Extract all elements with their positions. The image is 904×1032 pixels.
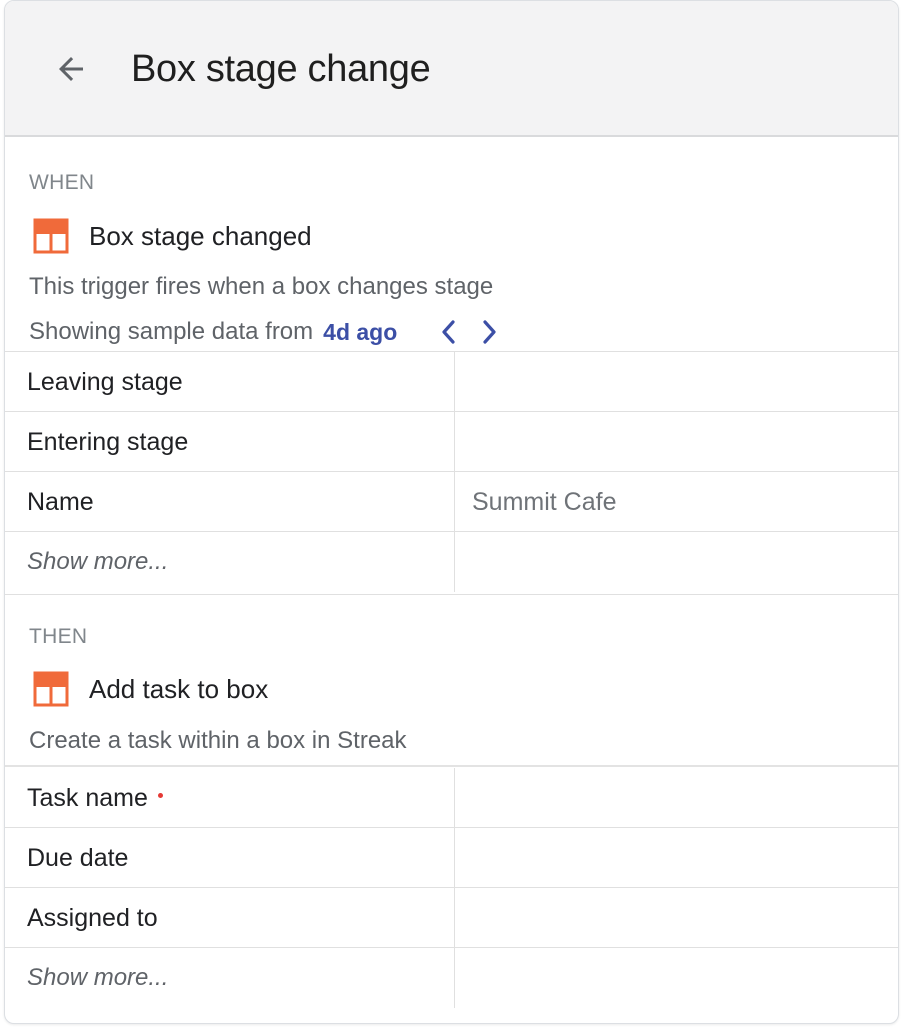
field-value-name[interactable]: Summit Cafe: [455, 472, 898, 532]
chevron-right-icon: [483, 320, 496, 344]
field-value-task-name[interactable]: [455, 768, 898, 828]
table-row: Due date: [5, 828, 898, 888]
table-row: Leaving stage: [5, 352, 898, 412]
previous-sample-button[interactable]: [435, 317, 463, 347]
column-divider: [454, 948, 455, 1008]
sample-nav: [435, 317, 515, 347]
trigger-description: This trigger fires when a box changes st…: [29, 273, 494, 300]
then-section-label: THEN: [29, 625, 88, 648]
trigger-app-row: Box stage changed: [33, 218, 312, 254]
zap-step-card: Box stage change WHEN Box stage changed …: [4, 0, 899, 1024]
table-row: Name Summit Cafe: [5, 472, 898, 532]
table-row: Task name: [5, 768, 898, 828]
action-description: Create a task within a box in Streak: [29, 727, 407, 754]
action-fields-separator: [5, 765, 898, 767]
field-value-leaving-stage[interactable]: [455, 352, 898, 412]
show-more-action-fields-link[interactable]: Show more...: [27, 948, 168, 1008]
page-title: Box stage change: [131, 48, 431, 90]
section-divider: [5, 594, 898, 595]
streak-box-icon: [33, 218, 69, 254]
table-row: Show more...: [5, 532, 898, 592]
field-label-assigned-to: Assigned to: [27, 903, 158, 932]
action-app-row: Add task to box: [33, 671, 268, 707]
required-indicator: [157, 792, 163, 798]
next-sample-button[interactable]: [475, 317, 503, 347]
field-value-assigned-to[interactable]: [455, 888, 898, 948]
field-label-name: Name: [27, 487, 94, 516]
streak-box-icon: [33, 671, 69, 707]
field-label-leaving-stage: Leaving stage: [27, 367, 183, 396]
back-button[interactable]: [49, 47, 93, 91]
field-label-entering-stage: Entering stage: [27, 427, 189, 456]
trigger-app-title: Box stage changed: [89, 221, 312, 251]
show-more-trigger-fields-link[interactable]: Show more...: [27, 532, 168, 592]
table-row: Entering stage: [5, 412, 898, 472]
sample-data-label: Showing sample data from: [29, 318, 314, 345]
sample-data-row: Showing sample data from 4d ago: [29, 317, 515, 347]
trigger-fields-table: Leaving stage Entering stage Name Summit…: [5, 351, 898, 592]
table-row: Show more...: [5, 948, 898, 1008]
column-divider: [454, 532, 455, 592]
field-label-due-date: Due date: [27, 843, 129, 872]
chevron-left-icon: [442, 320, 455, 344]
action-fields-table: Task name Due date Assigned to Show more…: [5, 768, 898, 1008]
arrow-left-icon: [59, 57, 83, 81]
when-section-label: WHEN: [29, 171, 95, 194]
card-header: Box stage change: [5, 1, 898, 137]
action-app-title: Add task to box: [89, 674, 269, 704]
field-label-task-name-text: Task name: [27, 783, 148, 812]
field-value-entering-stage[interactable]: [455, 412, 898, 472]
field-value-due-date[interactable]: [455, 828, 898, 888]
table-row: Assigned to: [5, 888, 898, 948]
field-label-task-name: Task name: [27, 768, 163, 828]
sample-data-date-link[interactable]: 4d ago: [323, 319, 397, 346]
